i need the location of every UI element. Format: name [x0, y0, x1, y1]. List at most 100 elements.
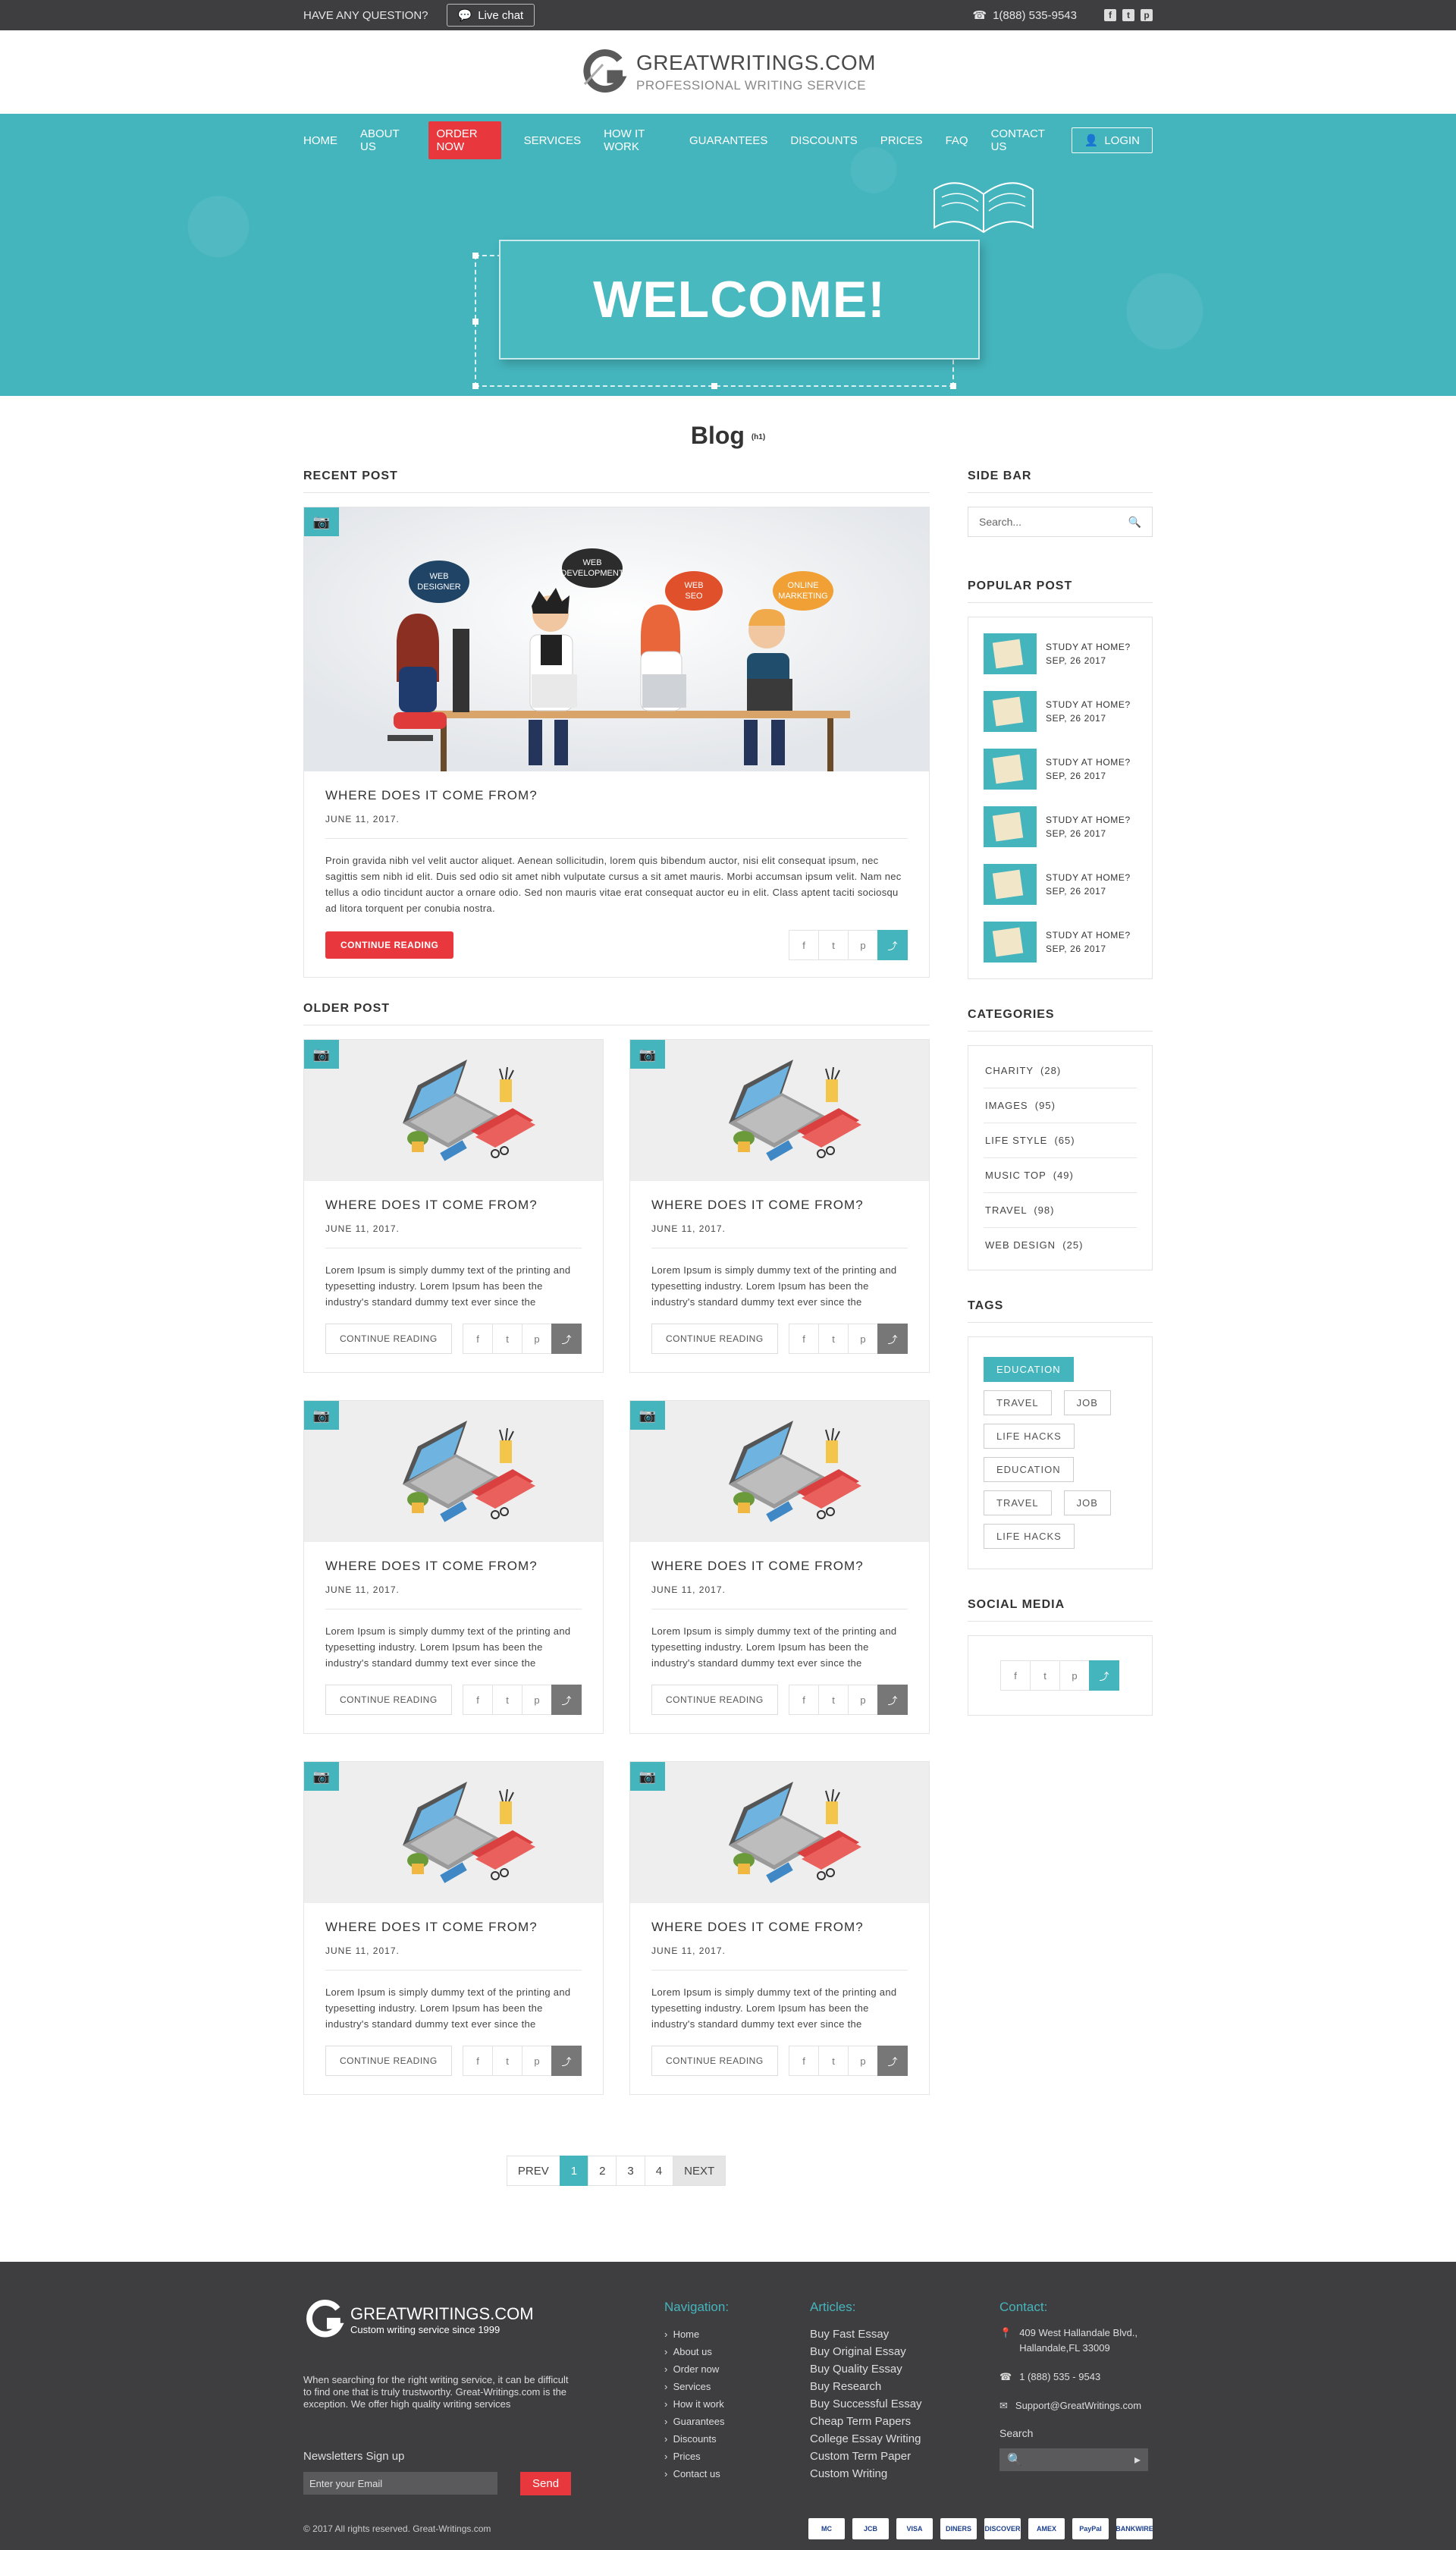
share-icon[interactable]: ⤴ — [877, 2046, 908, 2076]
pinterest-icon[interactable]: p — [1059, 1660, 1090, 1691]
popular-post-item[interactable]: STUDY AT HOME? SEP, 26 2017 — [984, 913, 1137, 971]
continue-reading-button[interactable]: CONTINUE READING — [651, 1685, 778, 1715]
continue-reading-button[interactable]: CONTINUE READING — [325, 1324, 452, 1354]
share-icon[interactable]: ⤴ — [877, 1685, 908, 1715]
nav-services[interactable]: SERVICES — [524, 128, 582, 153]
recent-post-image[interactable]: 📷 WEB DESIGNER WEB DEVELOPMENT WEB SEO O… — [304, 507, 929, 771]
nav-prices[interactable]: PRICES — [880, 128, 923, 153]
footer-article-link[interactable]: Buy Successful Essay — [810, 2395, 999, 2413]
footer-nav-link[interactable]: › Prices — [664, 2448, 810, 2465]
footer-article-link[interactable]: Custom Term Paper — [810, 2448, 999, 2465]
continue-reading-button[interactable]: CONTINUE READING — [325, 931, 454, 959]
login-button[interactable]: 👤 LOGIN — [1071, 127, 1153, 153]
continue-reading-button[interactable]: CONTINUE READING — [325, 2046, 452, 2076]
facebook-icon[interactable]: f — [789, 2046, 819, 2076]
continue-reading-button[interactable]: CONTINUE READING — [651, 1324, 778, 1354]
footer-article-link[interactable]: College Essay Writing — [810, 2430, 999, 2448]
footer-email[interactable]: ✉ Support@GreatWritings.com — [999, 2398, 1151, 2413]
nav-discounts[interactable]: DISCOUNTS — [790, 128, 857, 153]
older-post-image[interactable]: 📷 — [630, 1762, 929, 1903]
facebook-icon[interactable]: f — [1104, 9, 1116, 21]
older-post-title[interactable]: WHERE DOES IT COME FROM? — [651, 1559, 908, 1574]
site-logo[interactable]: GREATWRITINGS.COM PROFESSIONAL WRITING S… — [580, 49, 876, 95]
pinterest-icon[interactable]: p — [848, 1685, 878, 1715]
facebook-icon[interactable]: f — [1000, 1660, 1031, 1691]
older-post-title[interactable]: WHERE DOES IT COME FROM? — [325, 1920, 582, 1935]
facebook-icon[interactable]: f — [789, 1685, 819, 1715]
twitter-icon[interactable]: t — [818, 1324, 849, 1354]
twitter-icon[interactable]: t — [1122, 9, 1134, 21]
popular-post-item[interactable]: STUDY AT HOME? SEP, 26 2017 — [984, 740, 1137, 798]
newsletter-email-input[interactable]: Enter your Email — [303, 2472, 497, 2495]
pinterest-icon[interactable]: p — [522, 1685, 552, 1715]
pinterest-icon[interactable]: p — [1141, 9, 1153, 21]
older-post-title[interactable]: WHERE DOES IT COME FROM? — [651, 1920, 908, 1935]
older-post-title[interactable]: WHERE DOES IT COME FROM? — [325, 1559, 582, 1574]
older-post-image[interactable]: 📷 — [304, 1762, 603, 1903]
pinterest-icon[interactable]: p — [848, 930, 878, 960]
phone-number[interactable]: ☎ 1(888) 535-9543 — [972, 8, 1077, 23]
recent-post-title[interactable]: WHERE DOES IT COME FROM? — [325, 788, 908, 803]
nav-guarantees[interactable]: GUARANTEES — [689, 128, 767, 153]
share-icon[interactable]: ⤴ — [551, 2046, 582, 2076]
category-item[interactable]: LIFE STYLE (65) — [984, 1123, 1137, 1158]
footer-article-link[interactable]: Custom Writing — [810, 2465, 999, 2482]
tag-item[interactable]: EDUCATION — [984, 1457, 1074, 1482]
tag-item[interactable]: JOB — [1063, 1390, 1111, 1415]
live-chat-button[interactable]: 💬 Live chat — [446, 4, 535, 27]
pinterest-icon[interactable]: p — [848, 2046, 878, 2076]
tag-item[interactable]: JOB — [1063, 1490, 1111, 1515]
popular-post-item[interactable]: STUDY AT HOME? SEP, 26 2017 — [984, 625, 1137, 683]
older-post-title[interactable]: WHERE DOES IT COME FROM? — [325, 1198, 582, 1213]
facebook-icon[interactable]: f — [463, 2046, 493, 2076]
category-item[interactable]: IMAGES (95) — [984, 1088, 1137, 1123]
sidebar-search-input[interactable]: Search... 🔍 — [968, 507, 1153, 537]
footer-article-link[interactable]: Cheap Term Papers — [810, 2413, 999, 2430]
twitter-icon[interactable]: t — [492, 2046, 522, 2076]
tag-item[interactable]: LIFE HACKS — [984, 1424, 1075, 1449]
older-post-title[interactable]: WHERE DOES IT COME FROM? — [651, 1198, 908, 1213]
older-post-image[interactable]: 📷 — [304, 1401, 603, 1542]
footer-nav-link[interactable]: › Contact us — [664, 2465, 810, 2482]
category-item[interactable]: WEB DESIGN (25) — [984, 1228, 1137, 1262]
twitter-icon[interactable]: t — [818, 930, 849, 960]
continue-reading-button[interactable]: CONTINUE READING — [651, 2046, 778, 2076]
popular-post-item[interactable]: STUDY AT HOME? SEP, 26 2017 — [984, 798, 1137, 856]
footer-nav-link[interactable]: › Guarantees — [664, 2413, 810, 2430]
older-post-image[interactable]: 📷 — [630, 1040, 929, 1181]
tag-item[interactable]: EDUCATION — [984, 1357, 1074, 1382]
footer-nav-link[interactable]: › Order now — [664, 2360, 810, 2378]
nav-how-it-work[interactable]: HOW IT WORK — [604, 121, 667, 159]
nav-faq[interactable]: FAQ — [946, 128, 968, 153]
facebook-icon[interactable]: f — [463, 1685, 493, 1715]
footer-nav-link[interactable]: › About us — [664, 2343, 810, 2360]
footer-nav-link[interactable]: › Discounts — [664, 2430, 810, 2448]
twitter-icon[interactable]: t — [818, 1685, 849, 1715]
twitter-icon[interactable]: t — [492, 1324, 522, 1354]
pinterest-icon[interactable]: p — [522, 1324, 552, 1354]
facebook-icon[interactable]: f — [789, 1324, 819, 1354]
popular-post-item[interactable]: STUDY AT HOME? SEP, 26 2017 — [984, 683, 1137, 740]
facebook-icon[interactable]: f — [463, 1324, 493, 1354]
nav-about-us[interactable]: ABOUT US — [360, 121, 406, 159]
newsletter-send-button[interactable]: Send — [520, 2472, 572, 2495]
popular-post-item[interactable]: STUDY AT HOME? SEP, 26 2017 — [984, 856, 1137, 913]
share-icon[interactable]: ⤴ — [877, 1324, 908, 1354]
pager-page-2[interactable]: 2 — [588, 2156, 617, 2186]
footer-search-input[interactable]: 🔍 ▸ — [999, 2448, 1148, 2471]
pinterest-icon[interactable]: p — [522, 2046, 552, 2076]
twitter-icon[interactable]: t — [1030, 1660, 1060, 1691]
footer-nav-link[interactable]: › Services — [664, 2378, 810, 2395]
pager-next[interactable]: NEXT — [673, 2156, 726, 2186]
older-post-image[interactable]: 📷 — [304, 1040, 603, 1181]
arrow-right-icon[interactable]: ▸ — [1134, 2452, 1141, 2467]
footer-nav-link[interactable]: › Home — [664, 2325, 810, 2343]
pager-prev[interactable]: PREV — [506, 2156, 560, 2186]
footer-article-link[interactable]: Buy Research — [810, 2378, 999, 2395]
tag-item[interactable]: TRAVEL — [984, 1390, 1052, 1415]
pager-page-1[interactable]: 1 — [559, 2156, 589, 2186]
category-item[interactable]: TRAVEL (98) — [984, 1193, 1137, 1228]
category-item[interactable]: CHARITY (28) — [984, 1054, 1137, 1088]
nav-home[interactable]: HOME — [303, 128, 337, 153]
footer-nav-link[interactable]: › How it work — [664, 2395, 810, 2413]
